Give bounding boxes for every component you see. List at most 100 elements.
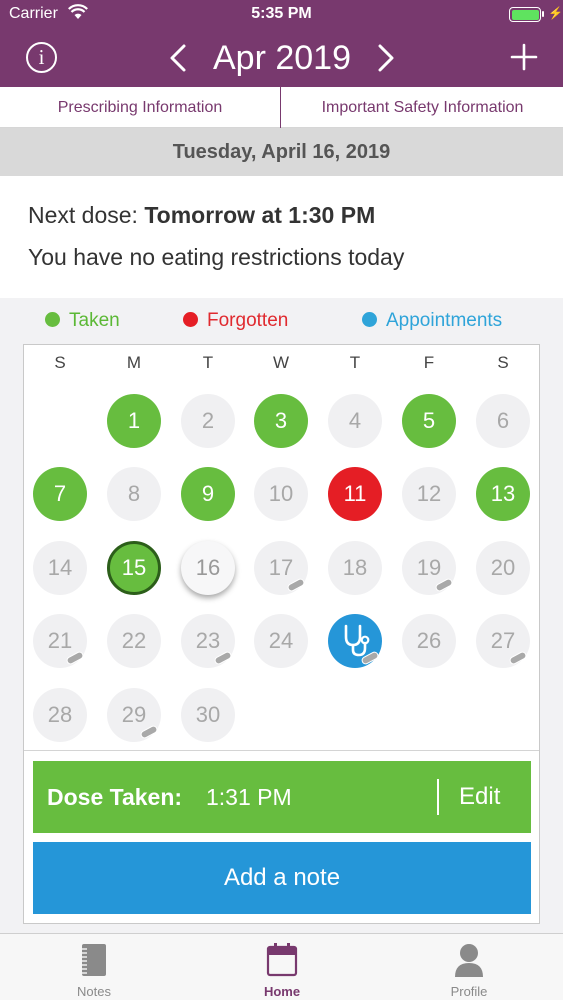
calendar-day-18[interactable]: 18 <box>328 541 382 595</box>
calendar-day-label: 19 <box>416 555 442 580</box>
tab-profile-label: Profile <box>450 984 488 999</box>
safety-info-link[interactable]: Important Safety Information <box>282 87 563 128</box>
calendar-day-label: 27 <box>490 628 516 653</box>
status-bar: Carrier 5:35 PM ⚡ <box>0 0 563 30</box>
calendar-day-13[interactable]: 13 <box>476 467 530 521</box>
calendar-day-11[interactable]: 11 <box>328 467 382 521</box>
calendar-day-label: 13 <box>490 481 516 506</box>
calendar-day-label: 5 <box>422 408 436 433</box>
weekday-header: T <box>349 353 361 372</box>
calendar-day-label: 11 <box>343 481 367 506</box>
calendar-day-label: 15 <box>121 555 147 580</box>
tab-notes-label: Notes <box>77 984 111 999</box>
calendar-day-24[interactable]: 24 <box>254 614 308 668</box>
dose-taken-label: Dose Taken: <box>47 784 183 810</box>
calendar-day-label: 3 <box>274 408 288 433</box>
dose-taken-time: 1:31 PM <box>206 784 292 810</box>
legend-taken: Taken <box>45 310 120 332</box>
charging-icon: ⚡ <box>548 6 563 20</box>
notebook-icon <box>82 944 106 976</box>
info-links-bar: Prescribing Information Important Safety… <box>0 87 563 128</box>
calendar-day-5[interactable]: 5 <box>402 394 456 448</box>
legend-forgotten: Forgotten <box>183 310 288 332</box>
dose-taken-bar[interactable]: Dose Taken: 1:31 PM Edit <box>33 761 531 833</box>
forgotten-dot-icon <box>183 312 198 327</box>
calendar-day-label: 30 <box>195 702 221 727</box>
tab-home[interactable]: Home <box>188 934 376 1000</box>
next-dose-value: Tomorrow at 1:30 PM <box>144 202 376 228</box>
calendar-day-label: 24 <box>268 628 294 653</box>
weekday-header: T <box>202 353 214 372</box>
calendar-day-label: 29 <box>121 702 147 727</box>
calendar-day-label: 12 <box>416 481 442 506</box>
weekday-header: M <box>126 353 142 372</box>
selected-date-header: Tuesday, April 16, 2019 <box>0 128 563 176</box>
calendar-day-label: 8 <box>127 481 141 506</box>
calendar-day-6[interactable]: 6 <box>476 394 530 448</box>
info-icon[interactable]: i <box>26 42 57 73</box>
tab-home-label: Home <box>263 984 301 999</box>
tab-profile[interactable]: Profile <box>375 934 563 1000</box>
weekday-header: S <box>497 353 509 372</box>
tab-bar: Notes Home Profile <box>0 933 563 1000</box>
legend-taken-label: Taken <box>69 310 120 331</box>
calendar-day-label: 23 <box>195 628 221 653</box>
weekday-header: F <box>423 353 435 372</box>
calendar-day-26[interactable]: 26 <box>402 614 456 668</box>
calendar-day-label: 20 <box>490 555 516 580</box>
clock: 5:35 PM <box>251 5 312 22</box>
calendar-day-28[interactable]: 28 <box>33 688 87 742</box>
calendar-icon <box>266 943 298 977</box>
calendar-day-12[interactable]: 12 <box>402 467 456 521</box>
legend-forgotten-label: Forgotten <box>207 310 289 331</box>
add-note-button[interactable]: Add a note <box>33 842 531 914</box>
calendar-day-9[interactable]: 9 <box>181 467 235 521</box>
calendar-day-label: 2 <box>201 408 215 433</box>
legend-appointments-label: Appointments <box>386 310 503 331</box>
calendar-day-label: 21 <box>47 628 73 653</box>
calendar-day-label: 17 <box>268 555 294 580</box>
calendar-day-8[interactable]: 8 <box>107 467 161 521</box>
calendar-day-label: 9 <box>201 481 215 506</box>
calendar-day-label: 28 <box>47 702 73 727</box>
next-dose-text: Next dose: Tomorrow at 1:30 PM <box>28 202 375 229</box>
legend-appointments: Appointments <box>362 310 502 332</box>
calendar-day-label: 1 <box>127 408 141 433</box>
nav-bar: i Apr 2019 <box>0 30 563 87</box>
calendar-day-30[interactable]: 30 <box>181 688 235 742</box>
plus-icon[interactable] <box>510 43 538 71</box>
calendar-day-7[interactable]: 7 <box>33 467 87 521</box>
dose-info-panel: Next dose: Tomorrow at 1:30 PM You have … <box>0 176 563 298</box>
calendar-day-label: 18 <box>342 555 368 580</box>
edit-button[interactable]: Edit <box>459 783 500 811</box>
calendar-day-14[interactable]: 14 <box>33 541 87 595</box>
taken-dot-icon <box>45 312 60 327</box>
battery-icon <box>509 7 541 22</box>
calendar-day-label: 14 <box>47 555 73 580</box>
chevron-left-icon[interactable] <box>166 43 190 73</box>
chevron-right-icon[interactable] <box>374 43 398 73</box>
weekday-header: S <box>54 353 66 372</box>
appointment-dot-icon <box>362 312 377 327</box>
calendar-day-label: 26 <box>416 628 442 653</box>
calendar-day-16[interactable]: 16 <box>181 541 235 595</box>
battery-tip <box>542 11 544 17</box>
calendar-day-label: 16 <box>195 555 221 580</box>
tab-notes[interactable]: Notes <box>0 934 188 1000</box>
calendar-day-2[interactable]: 2 <box>181 394 235 448</box>
calendar-day-15[interactable]: 15 <box>107 541 161 595</box>
calendar-day-label: 10 <box>268 481 294 506</box>
calendar-day-label: 4 <box>348 408 362 433</box>
calendar-day-1[interactable]: 1 <box>107 394 161 448</box>
calendar-day-label: 6 <box>496 408 510 433</box>
calendar-day-10[interactable]: 10 <box>254 467 308 521</box>
divider <box>24 750 539 751</box>
next-dose-prefix: Next dose: <box>28 202 145 228</box>
weekday-header: W <box>272 353 290 372</box>
calendar-day-20[interactable]: 20 <box>476 541 530 595</box>
calendar-day-3[interactable]: 3 <box>254 394 308 448</box>
month-title: Apr 2019 <box>213 39 351 77</box>
prescribing-info-link[interactable]: Prescribing Information <box>0 87 281 128</box>
calendar-day-4[interactable]: 4 <box>328 394 382 448</box>
calendar-day-22[interactable]: 22 <box>107 614 161 668</box>
